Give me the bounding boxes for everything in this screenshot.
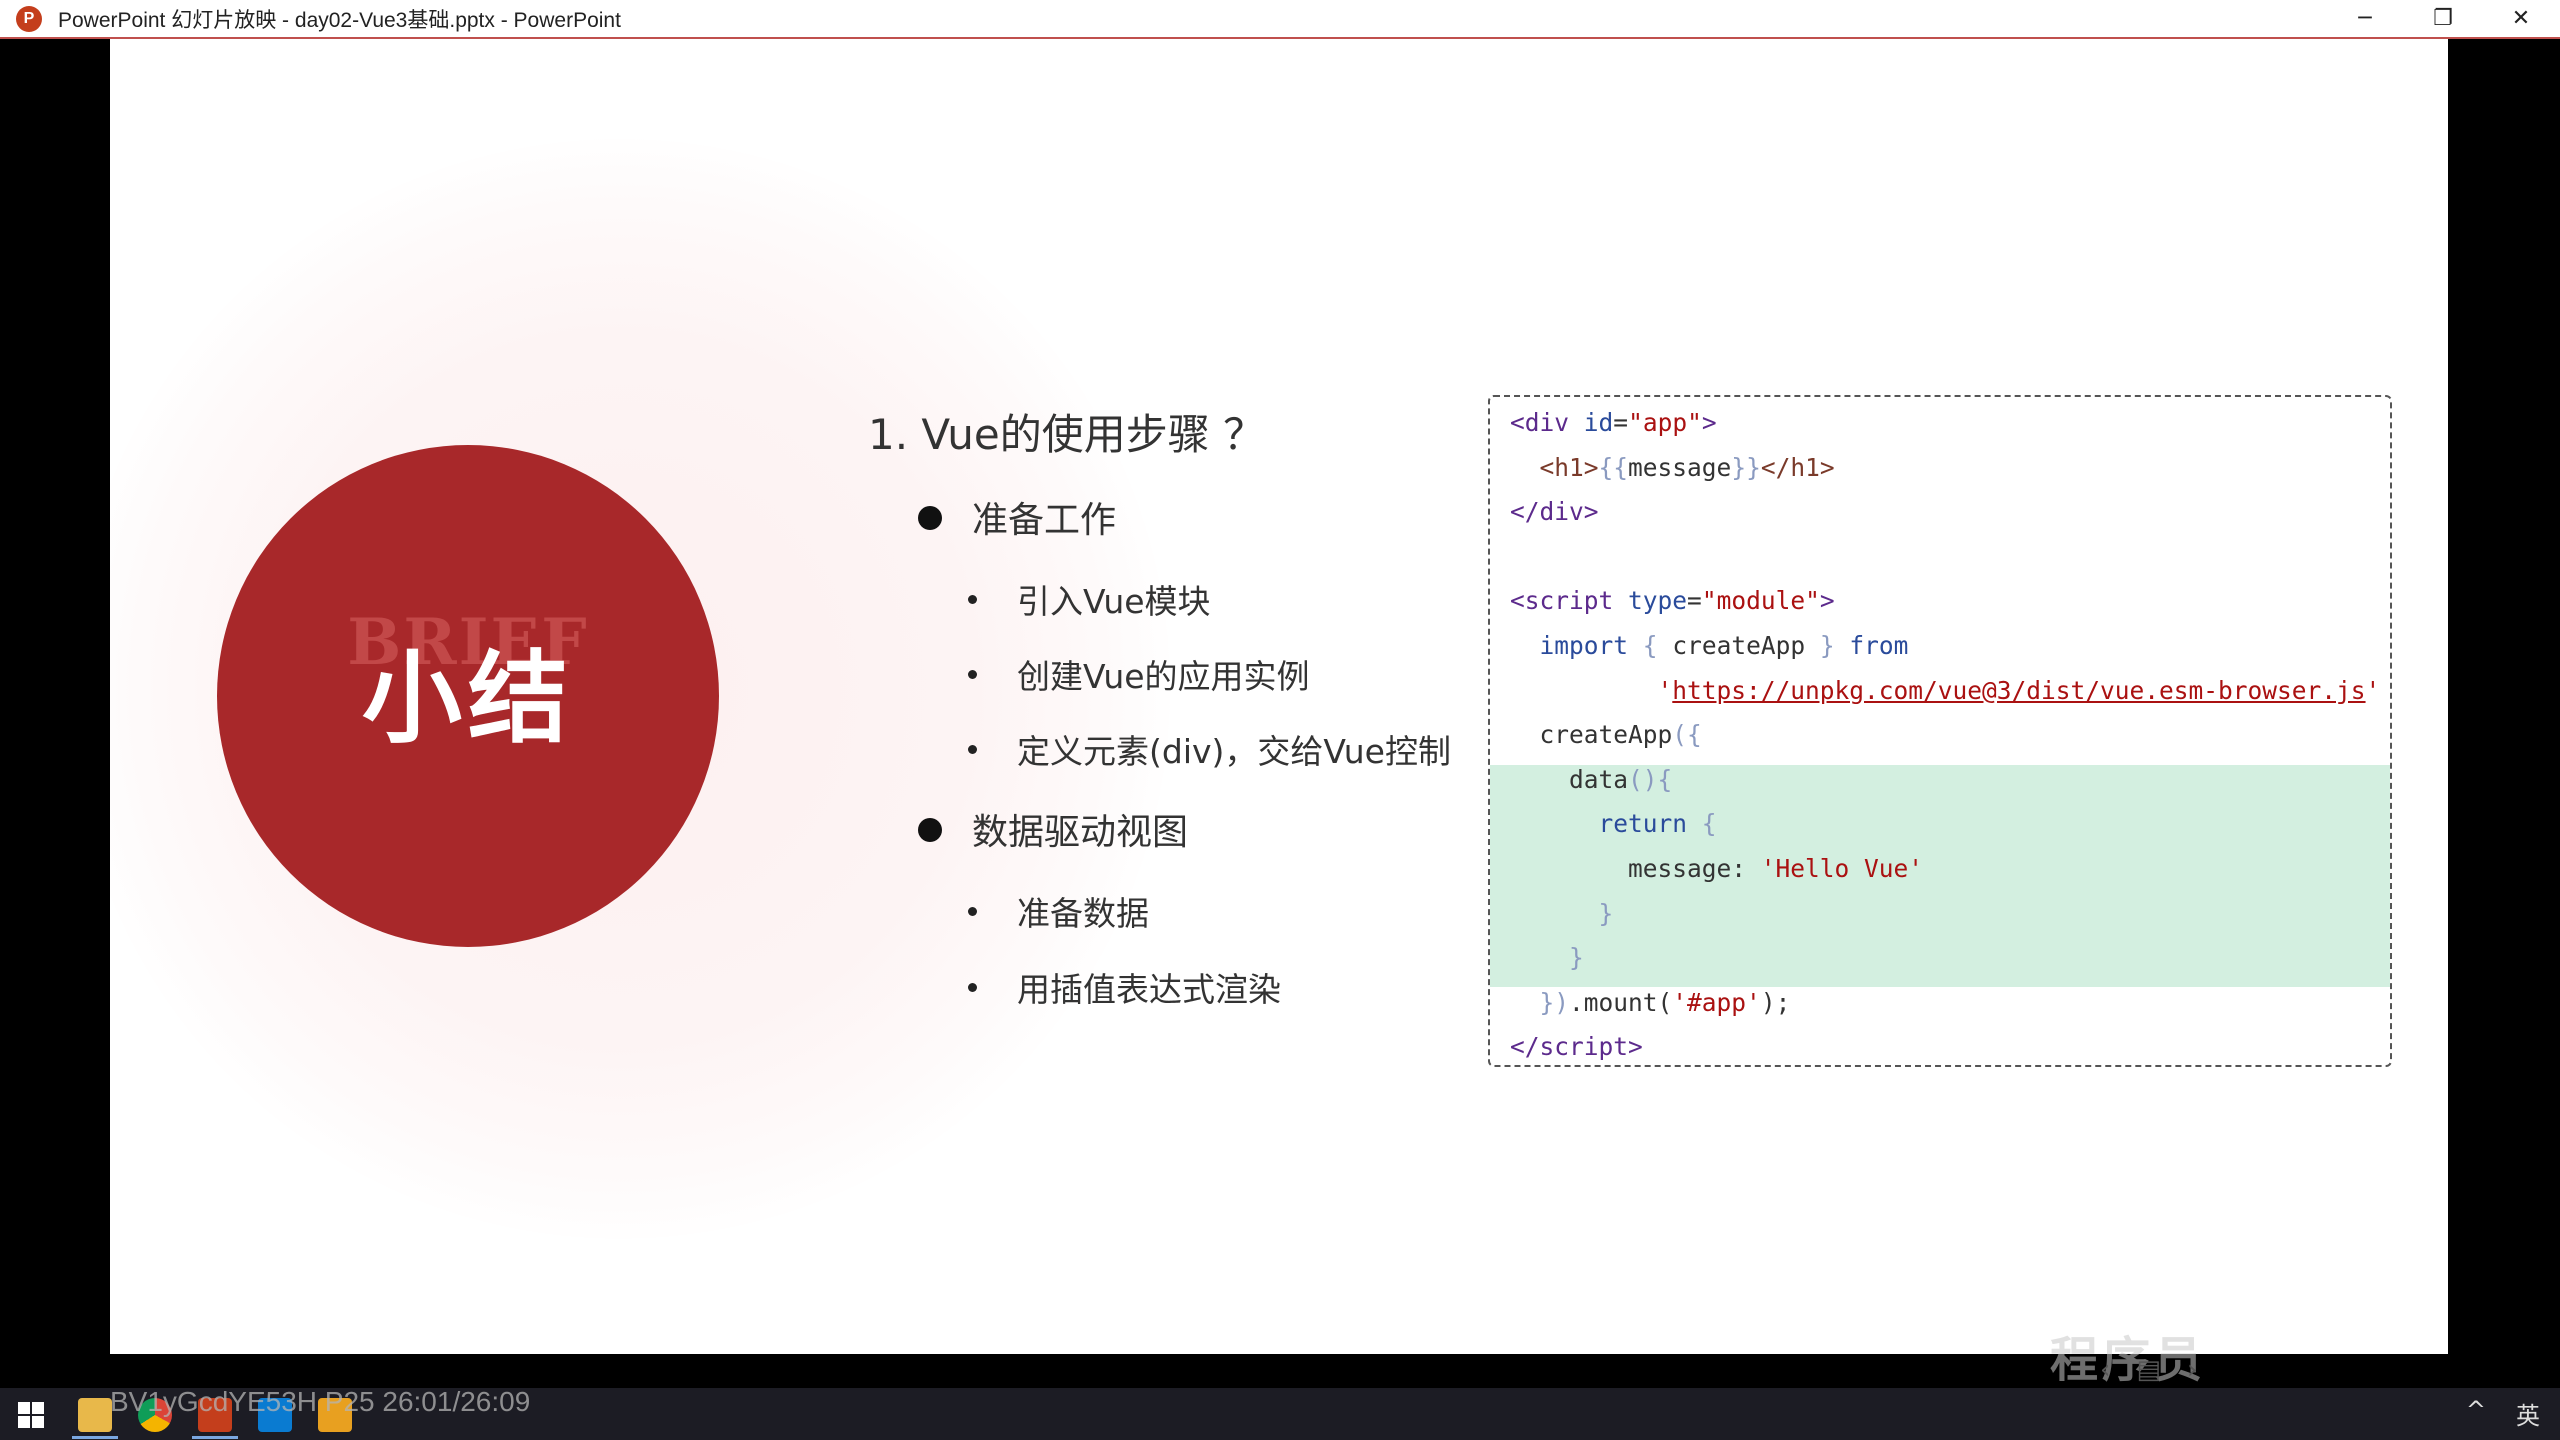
list-item-label: 用插值表达式渲染 <box>1017 970 1281 1009</box>
section-label: 准备工作 <box>972 500 1117 541</box>
bullet-icon <box>968 670 977 679</box>
list-item-label: 引入Vue模块 <box>1017 582 1211 621</box>
section-label: 数据驱动视图 <box>972 812 1189 853</box>
close-button[interactable]: ✕ <box>2482 0 2560 37</box>
minimize-button[interactable]: ─ <box>2326 0 2404 37</box>
summary-circle: BRIEF 小结 <box>217 445 719 947</box>
window-titlebar: P PowerPoint 幻灯片放映 - day02-Vue3基础.pptx -… <box>0 0 2560 39</box>
list-item: 用插值表达式渲染 <box>968 963 1281 1011</box>
section-heading: 数据驱动视图 <box>918 803 1188 855</box>
restore-button[interactable]: ❐ <box>2404 0 2482 37</box>
tray-chevron-icon[interactable]: ^ <box>2466 1396 2486 1431</box>
file-explorer-icon[interactable] <box>78 1398 112 1432</box>
active-indicator <box>192 1436 238 1439</box>
list-item: 准备数据 <box>968 887 1149 935</box>
bullet-icon <box>968 907 977 916</box>
code-block: <div id="app"> <h1>{{message}}</h1> </di… <box>1488 395 2392 1067</box>
code-url-link[interactable]: https://unpkg.com/vue@3/dist/vue.esm-bro… <box>1672 676 2365 705</box>
list-item: 创建Vue的应用实例 <box>968 650 1310 698</box>
bullet-icon <box>968 595 977 604</box>
bullet-icon <box>918 818 942 842</box>
steps-title: 1. Vue的使用步骤 ？ <box>868 410 1266 459</box>
ime-indicator[interactable]: 英 <box>2516 1396 2540 1431</box>
system-tray: ^ 英 <box>2466 1396 2540 1431</box>
video-overlay-text: BV1yGcdYE53H P25 26:01/26:09 <box>110 1386 531 1417</box>
list-item-label: 准备数据 <box>1017 894 1149 933</box>
slide-grid-icon[interactable]: ▤ <box>2136 1355 2161 1385</box>
next-slide-button[interactable]: › <box>2187 1355 2197 1385</box>
windows-start-icon[interactable] <box>14 1398 48 1432</box>
list-item-label: 创建Vue的应用实例 <box>1017 657 1310 696</box>
bullet-icon <box>968 983 977 992</box>
powerpoint-logo-icon: P <box>16 5 42 32</box>
list-item: 定义元素(div)，交给Vue控制 <box>968 725 1451 773</box>
list-item: 引入Vue模块 <box>968 575 1211 623</box>
window-title: PowerPoint 幻灯片放映 - day02-Vue3基础.pptx - P… <box>58 8 621 32</box>
bullet-icon <box>968 745 977 754</box>
prev-slide-button[interactable]: ‹ <box>2100 1355 2110 1385</box>
bullet-icon <box>918 506 942 530</box>
code-text: <div id="app"> <h1>{{message}}</h1> </di… <box>1510 408 2381 1062</box>
circle-title: 小结 <box>362 640 574 757</box>
window-controls: ─ ❐ ✕ <box>2326 0 2560 37</box>
active-indicator <box>72 1436 118 1439</box>
section-heading: 准备工作 <box>918 491 1116 543</box>
slide[interactable]: BRIEF 小结 1. Vue的使用步骤 ？ 准备工作 引入Vue模块 创建Vu… <box>110 39 2448 1354</box>
list-item-label: 定义元素(div)，交给Vue控制 <box>1017 732 1451 771</box>
